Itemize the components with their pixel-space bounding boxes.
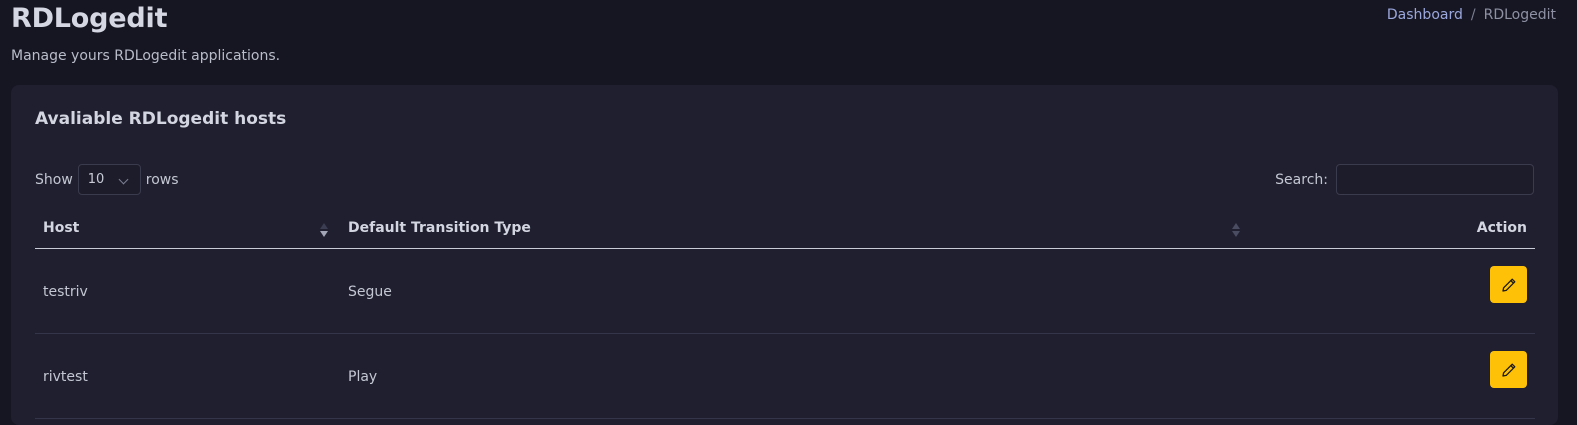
sort-icon[interactable] — [319, 222, 329, 238]
breadcrumb: Dashboard / RDLogedit — [1387, 7, 1556, 23]
page-title: RDLogedit — [11, 3, 168, 34]
rows-label: rows — [145, 171, 179, 188]
card-title: Avaliable RDLogedit hosts — [35, 109, 287, 129]
hosts-table: Host Default Transition Type Action test… — [35, 213, 1535, 419]
rows-per-page-select[interactable]: 10 — [77, 164, 141, 195]
host-cell: testriv — [43, 284, 88, 300]
transition-type-cell: Play — [348, 369, 378, 385]
sort-icon[interactable] — [1231, 222, 1241, 238]
table-header: Host Default Transition Type Action — [35, 213, 1535, 249]
search-input[interactable] — [1336, 164, 1534, 195]
column-header-transition-type[interactable]: Default Transition Type — [348, 220, 531, 236]
hosts-card: Avaliable RDLogedit hosts Show 10 rows S… — [11, 85, 1558, 425]
table-search-control: Search: — [1275, 164, 1534, 195]
column-header-host[interactable]: Host — [43, 220, 79, 236]
host-cell: rivtest — [43, 369, 88, 385]
show-label: Show — [35, 171, 73, 188]
breadcrumb-current: RDLogedit — [1483, 7, 1556, 23]
pencil-icon — [1501, 278, 1515, 292]
column-header-action: Action — [1476, 220, 1527, 236]
table-row: rivtest Play — [35, 334, 1535, 419]
chevron-down-icon — [118, 174, 129, 185]
transition-type-cell: Segue — [348, 284, 392, 300]
breadcrumb-separator: / — [1470, 7, 1476, 23]
edit-button[interactable] — [1490, 351, 1527, 388]
breadcrumb-dashboard-link[interactable]: Dashboard — [1387, 7, 1463, 23]
table-row: testriv Segue — [35, 249, 1535, 334]
page-subtitle: Manage yours RDLogedit applications. — [11, 48, 281, 64]
search-label: Search: — [1275, 171, 1328, 188]
rows-per-page-control: Show 10 rows — [35, 164, 179, 195]
rows-per-page-value: 10 — [87, 172, 105, 187]
pencil-icon — [1501, 363, 1515, 377]
edit-button[interactable] — [1490, 266, 1527, 303]
